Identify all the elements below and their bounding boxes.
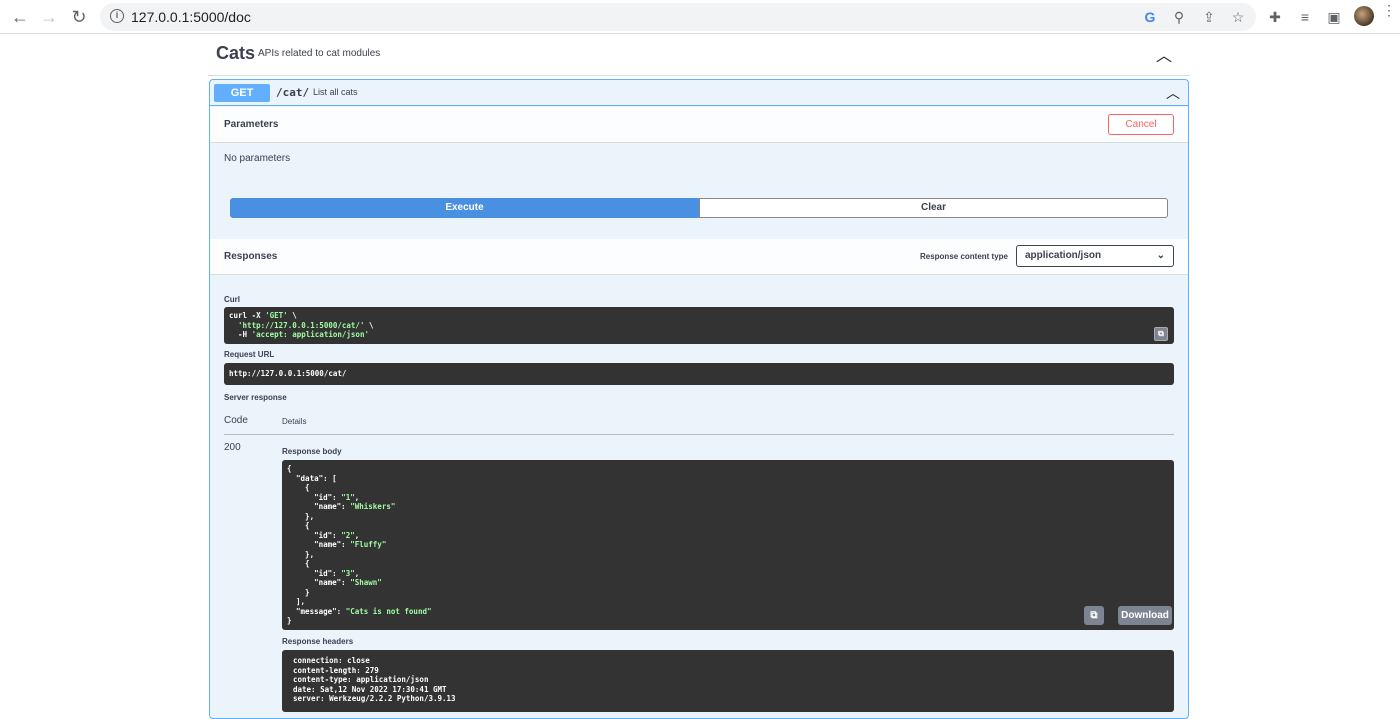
response-headers-label: Response headers <box>282 637 354 646</box>
tag-description: APIs related to cat modules <box>258 48 381 59</box>
response-body-box[interactable]: { "data": [ { "id": "1", "name": "Whiske… <box>282 460 1174 630</box>
curl-text: curl -X <box>229 311 266 320</box>
site-info-icon[interactable]: i <box>110 9 124 23</box>
operation-path: /cat/ <box>276 86 310 99</box>
curl-text: \ <box>364 320 374 330</box>
chevron-up-icon[interactable]: ︿ <box>1166 83 1180 103</box>
json-value: "3" <box>341 568 355 578</box>
response-header-line: content-type: application/json <box>293 675 429 684</box>
parameters-header: Parameters Cancel <box>210 107 1188 143</box>
response-header-line: date: Sat,12 Nov 2022 17:30:41 GMT <box>293 684 447 694</box>
clear-button[interactable]: Clear <box>699 198 1168 218</box>
json-value: "1" <box>341 492 355 502</box>
no-parameters-text: No parameters <box>224 153 291 164</box>
reload-icon[interactable]: ↻ <box>67 6 91 28</box>
address-url[interactable]: 127.0.0.1:5000/doc <box>131 9 251 25</box>
menu-kebab-icon[interactable]: ⋮ <box>1382 3 1396 17</box>
curl-text: -H <box>238 330 252 339</box>
operation-description: List all cats <box>313 87 358 97</box>
curl-string: 'accept: application/json' <box>251 330 369 339</box>
chevron-up-icon[interactable]: ︿ <box>1156 42 1172 66</box>
zoom-icon[interactable]: ⚲ <box>1170 8 1188 26</box>
response-status-code: 200 <box>224 442 241 453</box>
request-url-label: Request URL <box>224 350 275 359</box>
content-type-value: application/json <box>1025 250 1102 261</box>
request-url-box[interactable]: http://127.0.0.1:5000/cat/ <box>224 363 1174 385</box>
tag-name: Cats <box>216 43 256 63</box>
operation-block: GET /cat/ List all cats ︿ Parameters Can… <box>209 79 1189 719</box>
bookmark-star-icon[interactable]: ☆ <box>1229 8 1247 26</box>
code-column-header: Code <box>224 415 248 426</box>
back-icon[interactable]: ← <box>8 6 32 28</box>
content-type-label: Response content type <box>919 252 1008 261</box>
swagger-page: Cats APIs related to cat modules ︿ GET /… <box>0 34 1400 719</box>
json-value: "Cats is not found" <box>345 606 432 616</box>
extensions-icon[interactable]: ✚ <box>1266 8 1284 26</box>
copy-icon[interactable]: ⧉ <box>1084 606 1104 625</box>
json-key: "message" <box>296 606 337 616</box>
curl-command-box[interactable]: curl -X 'GET' \ 'http://127.0.0.1:5000/c… <box>224 307 1174 344</box>
response-headers-box[interactable]: connection: close content-length: 279 co… <box>282 650 1174 712</box>
side-panel-icon[interactable]: ▣ <box>1325 8 1343 26</box>
operation-summary[interactable]: GET /cat/ List all cats ︿ <box>210 80 1188 106</box>
profile-avatar[interactable] <box>1354 6 1374 26</box>
responses-header: Responses Response content type applicat… <box>210 239 1188 275</box>
forward-icon[interactable]: → <box>37 6 61 28</box>
cancel-button[interactable]: Cancel <box>1108 114 1174 135</box>
curl-string: 'GET' <box>265 311 288 320</box>
response-header-line: connection: close <box>293 656 370 665</box>
chevron-down-icon: ⌄ <box>1156 250 1165 261</box>
address-bar[interactable]: i 127.0.0.1:5000/doc G ⚲ ⇪ ☆ <box>100 3 1256 31</box>
curl-string: 'http://127.0.0.1:5000/cat/' <box>238 320 365 330</box>
json-value: "Whiskers" <box>350 502 396 511</box>
response-body-label: Response body <box>282 447 342 456</box>
curl-text: \ <box>287 311 297 320</box>
content-type-select[interactable]: application/json ⌄ <box>1016 245 1174 267</box>
copy-icon[interactable]: ⧉ <box>1154 327 1168 341</box>
method-badge: GET <box>214 84 270 102</box>
details-column-header: Details <box>282 417 307 426</box>
google-icon[interactable]: G <box>1141 8 1159 26</box>
json-value: "Fluffy" <box>350 540 387 549</box>
download-button[interactable]: Download <box>1118 606 1172 625</box>
response-header-line: content-length: 279 <box>293 665 379 675</box>
json-value: "2" <box>341 530 355 540</box>
json-key: "data" <box>296 473 324 483</box>
curl-label: Curl <box>224 295 240 304</box>
responses-title: Responses <box>224 251 278 262</box>
media-control-icon[interactable]: ≡ <box>1296 8 1314 26</box>
execute-button[interactable]: Execute <box>230 198 699 218</box>
response-table-header: Code Details <box>224 415 1174 435</box>
server-response-label: Server response <box>224 393 287 402</box>
tag-section-header[interactable]: Cats APIs related to cat modules ︿ <box>208 34 1190 76</box>
share-icon[interactable]: ⇪ <box>1200 8 1218 26</box>
json-value: "Shawn" <box>350 578 382 587</box>
parameters-title: Parameters <box>224 119 279 130</box>
response-header-line: server: Werkzeug/2.2.2 Python/3.9.13 <box>293 694 456 703</box>
request-url-value: http://127.0.0.1:5000/cat/ <box>229 369 347 378</box>
execute-wrapper: Execute Clear <box>230 198 1168 218</box>
browser-toolbar: ← → ↻ i 127.0.0.1:5000/doc G ⚲ ⇪ ☆ ✚ ≡ ▣… <box>0 0 1400 34</box>
